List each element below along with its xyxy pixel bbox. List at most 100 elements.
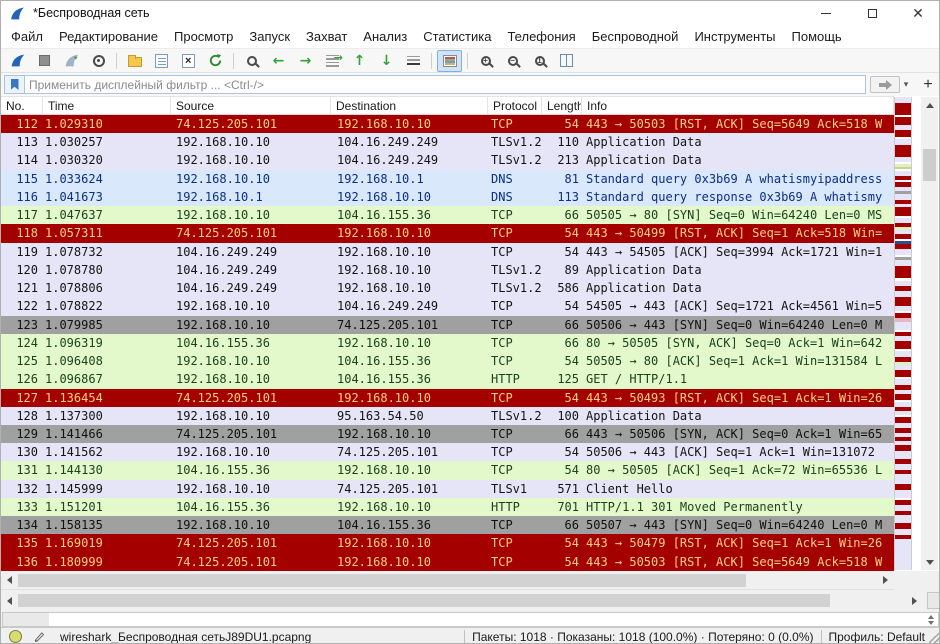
column-header-no[interactable]: No. <box>1 97 43 114</box>
scroll-left-arrow[interactable] <box>1 571 18 589</box>
column-header-proto[interactable]: Protocol <box>488 97 542 114</box>
packet-row[interactable]: 1221.078822192.168.10.10104.16.249.249TC… <box>1 297 894 315</box>
packet-row[interactable]: 1211.078806104.16.249.249192.168.10.10TL… <box>1 279 894 297</box>
vertical-scrollbar[interactable] <box>921 97 938 570</box>
expert-info-button[interactable] <box>9 630 22 643</box>
packet-row[interactable]: 1151.033624192.168.10.10192.168.10.1DNS8… <box>1 170 894 188</box>
menu-bar: ФайлРедактированиеПросмотрЗапускЗахватАн… <box>1 25 940 48</box>
scroll-left-arrow[interactable] <box>1 592 18 609</box>
column-header-dst[interactable]: Destination <box>331 97 488 114</box>
column-header-len[interactable]: Length <box>542 97 582 114</box>
packet-list-hscrollbar[interactable] <box>1 571 894 590</box>
menu-item-analyze[interactable]: Анализ <box>355 25 415 48</box>
statusbar-separator <box>464 630 465 643</box>
display-filter-input[interactable] <box>24 75 866 94</box>
packet-row[interactable]: 1271.13645474.125.205.101192.168.10.10TC… <box>1 389 894 407</box>
packet-row[interactable]: 1121.02931074.125.205.101192.168.10.10TC… <box>1 115 894 133</box>
scroll-right-arrow[interactable] <box>877 571 894 589</box>
go-back-button[interactable]: ← <box>266 50 291 72</box>
menu-item-edit[interactable]: Редактирование <box>51 25 166 48</box>
packet-row[interactable]: 1291.14146674.125.205.101192.168.10.10TC… <box>1 425 894 443</box>
menu-item-capture[interactable]: Захват <box>298 25 355 48</box>
packet-row[interactable]: 1161.041673192.168.10.1192.168.10.10DNS1… <box>1 188 894 206</box>
packet-row[interactable]: 1231.079985192.168.10.1074.125.205.101TC… <box>1 316 894 334</box>
packet-row[interactable]: 1311.144130104.16.155.36192.168.10.10TCP… <box>1 461 894 479</box>
packet-row[interactable]: 1201.078780104.16.249.249192.168.10.10TL… <box>1 261 894 279</box>
column-header-time[interactable]: Time <box>43 97 171 114</box>
cell-dst: 192.168.10.10 <box>331 334 488 352</box>
packet-row[interactable]: 1191.078732104.16.249.249192.168.10.10TC… <box>1 243 894 261</box>
menu-item-wireless[interactable]: Беспроводной <box>584 25 687 48</box>
scroll-up-arrow[interactable] <box>921 97 938 113</box>
close-file-button[interactable]: × <box>176 50 201 72</box>
scroll-right-arrow[interactable] <box>906 592 923 609</box>
packet-row[interactable]: 1361.18099974.125.205.101192.168.10.10TC… <box>1 553 894 571</box>
column-header-src[interactable]: Source <box>171 97 331 114</box>
zoom-in-button[interactable]: + <box>473 50 498 72</box>
cell-src: 192.168.10.10 <box>171 206 331 224</box>
packet-row[interactable]: 1281.137300192.168.10.1095.163.54.50TLSv… <box>1 407 894 425</box>
go-to-packet-button[interactable]: → <box>320 50 345 72</box>
auto-scroll-button[interactable] <box>401 50 426 72</box>
splitter-grip[interactable] <box>927 592 940 609</box>
cell-dst: 192.168.10.10 <box>331 224 488 242</box>
reload-file-button[interactable] <box>203 50 228 72</box>
minimize-button[interactable] <box>803 1 849 25</box>
restart-capture-button[interactable] <box>59 50 84 72</box>
menu-item-tools[interactable]: Инструменты <box>686 25 783 48</box>
capture-options-button[interactable] <box>86 50 111 72</box>
packet-row[interactable]: 1261.096867192.168.10.10104.16.155.36HTT… <box>1 370 894 388</box>
profile-label[interactable]: Профиль: Default <box>829 630 926 644</box>
stop-capture-button[interactable] <box>32 50 57 72</box>
resize-grip[interactable] <box>929 631 939 643</box>
find-packet-button[interactable] <box>239 50 264 72</box>
open-file-button[interactable] <box>122 50 147 72</box>
filter-bookmark-button[interactable] <box>4 75 24 94</box>
packet-minimap[interactable] <box>894 97 912 570</box>
cell-len: 54 <box>542 297 582 315</box>
capture-file-name[interactable]: wireshark_Беспроводная сетьJ89DU1.pcapng <box>60 630 311 644</box>
packet-row[interactable]: 1181.05731174.125.205.101192.168.10.10TC… <box>1 224 894 242</box>
menu-item-view[interactable]: Просмотр <box>166 25 241 48</box>
packet-row[interactable]: 1131.030257192.168.10.10104.16.249.249TL… <box>1 133 894 151</box>
zoom-out-button[interactable]: − <box>500 50 525 72</box>
menu-item-help[interactable]: Помощь <box>784 25 850 48</box>
menu-item-telephony[interactable]: Телефония <box>499 25 583 48</box>
vertical-scroll-thumb[interactable] <box>923 149 936 181</box>
menu-item-file[interactable]: Файл <box>3 25 51 48</box>
scroll-down-arrow[interactable] <box>921 554 938 570</box>
zoom-original-button[interactable]: 1 <box>527 50 552 72</box>
packet-row[interactable]: 1351.16901974.125.205.101192.168.10.10TC… <box>1 534 894 552</box>
secondary-hscrollbar[interactable] <box>1 592 923 609</box>
add-filter-button[interactable]: + <box>918 75 938 94</box>
packet-row[interactable]: 1331.151201104.16.155.36192.168.10.10HTT… <box>1 498 894 516</box>
packet-row[interactable]: 1301.141562192.168.10.1074.125.205.101TC… <box>1 443 894 461</box>
filter-history-dropdown[interactable]: ▾ <box>900 76 912 93</box>
maximize-button[interactable] <box>849 1 895 25</box>
resize-columns-button[interactable] <box>554 50 579 72</box>
packet-row[interactable]: 1171.047637192.168.10.10104.16.155.36TCP… <box>1 206 894 224</box>
capture-comment-button[interactable] <box>32 630 46 643</box>
apply-filter-icon <box>879 80 892 90</box>
spinner-arrows[interactable] <box>928 615 934 625</box>
cell-len: 701 <box>542 498 582 516</box>
cell-info: Standard query 0x3b69 A whatismyipaddres… <box>582 170 894 188</box>
menu-item-statistics[interactable]: Статистика <box>415 25 499 48</box>
hscroll-thumb[interactable] <box>18 574 746 587</box>
column-header-info[interactable]: Info <box>582 97 894 114</box>
packet-row[interactable]: 1141.030320192.168.10.10104.16.249.249TL… <box>1 151 894 169</box>
go-forward-button[interactable]: → <box>293 50 318 72</box>
menu-item-go[interactable]: Запуск <box>241 25 298 48</box>
go-first-button[interactable]: ↑ <box>347 50 372 72</box>
packet-row[interactable]: 1251.096408192.168.10.10104.16.155.36TCP… <box>1 352 894 370</box>
packet-row[interactable]: 1241.096319104.16.155.36192.168.10.10TCP… <box>1 334 894 352</box>
colorize-button[interactable] <box>437 50 462 72</box>
packet-row[interactable]: 1321.145999192.168.10.1074.125.205.101TL… <box>1 480 894 498</box>
save-file-button[interactable] <box>149 50 174 72</box>
start-capture-button[interactable] <box>5 50 30 72</box>
close-button[interactable]: ✕ <box>895 1 940 25</box>
go-last-button[interactable]: ↓ <box>374 50 399 72</box>
packet-row[interactable]: 1341.158135192.168.10.10104.16.155.36TCP… <box>1 516 894 534</box>
apply-filter-button[interactable] <box>870 76 900 93</box>
hscroll-thumb[interactable] <box>18 594 830 607</box>
